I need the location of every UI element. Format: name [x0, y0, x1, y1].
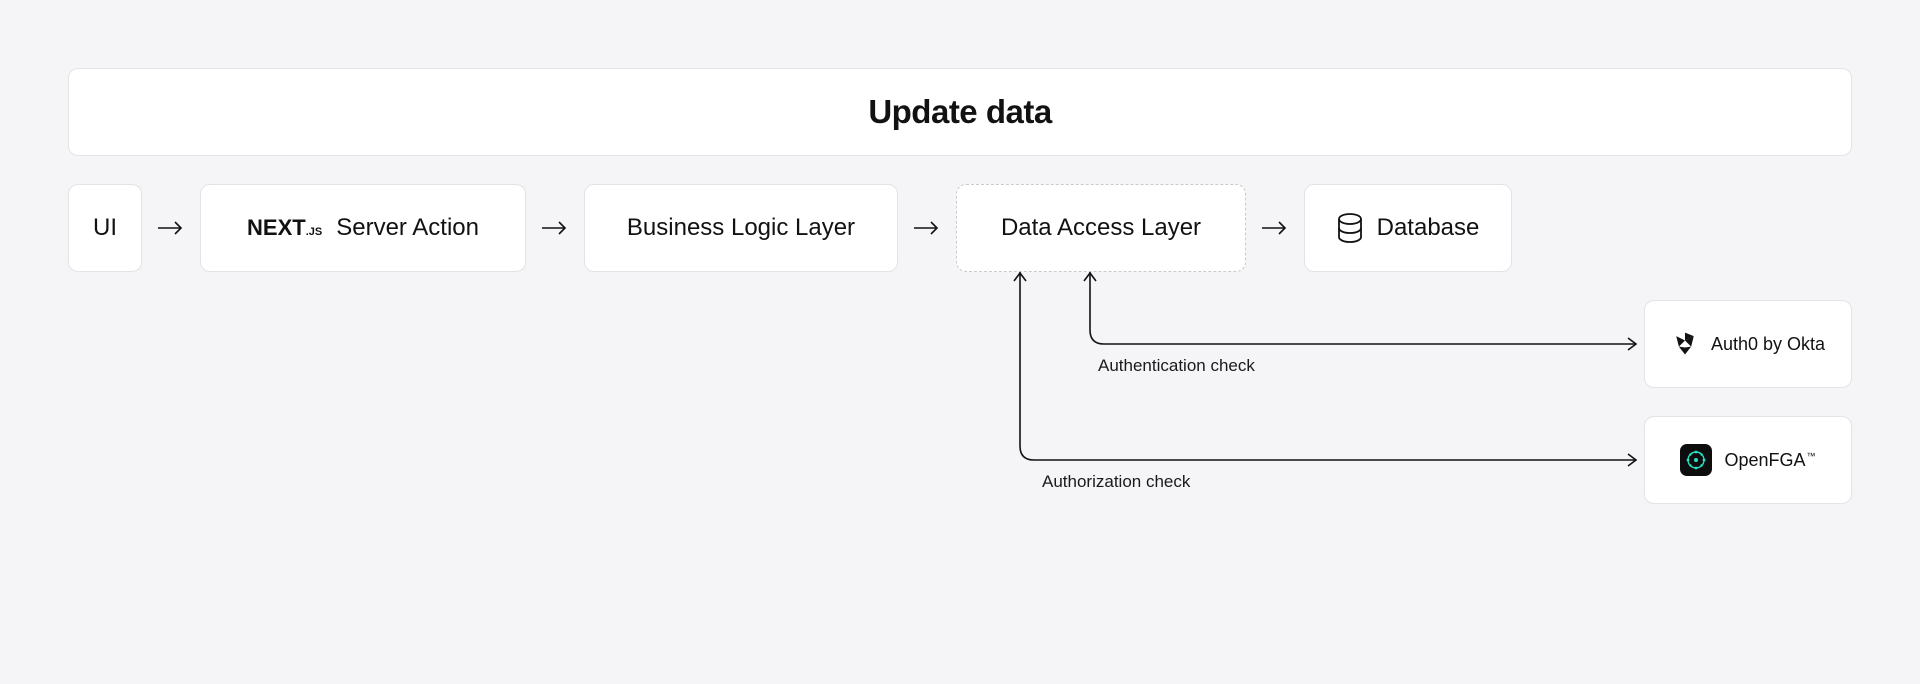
node-ui: UI: [68, 184, 142, 272]
diagram-header: Update data: [68, 68, 1852, 156]
openfga-logo-icon: [1680, 444, 1712, 476]
diagram-title: Update data: [868, 93, 1051, 131]
connector-label-authentication: Authentication check: [1098, 356, 1255, 376]
flow-row: UI NEXT.JS Server Action Business Logic …: [68, 184, 1852, 272]
arrow-ui-to-next: [142, 184, 200, 272]
node-nextjs-label: Server Action: [336, 214, 479, 242]
node-ui-label: UI: [93, 214, 117, 242]
node-db-label: Database: [1377, 214, 1480, 242]
nextjs-logo-icon: NEXT.JS: [247, 215, 322, 241]
arrow-right-icon: [541, 218, 569, 238]
node-business-logic-layer: Business Logic Layer: [584, 184, 898, 272]
node-data-access-layer: Data Access Layer: [956, 184, 1246, 272]
arrow-right-icon: [157, 218, 185, 238]
node-dal-label: Data Access Layer: [1001, 214, 1201, 242]
node-nextjs-server-action: NEXT.JS Server Action: [200, 184, 526, 272]
arrow-dal-to-db: [1246, 184, 1304, 272]
arrow-right-icon: [1261, 218, 1289, 238]
node-openfga-label: OpenFGA™: [1724, 450, 1815, 471]
nextjs-logo-text: NEXT: [247, 215, 306, 240]
database-icon: [1337, 213, 1363, 243]
node-database: Database: [1304, 184, 1512, 272]
arrow-next-to-bll: [526, 184, 584, 272]
auth0-shield-icon: [1671, 330, 1699, 358]
connector-label-authorization: Authorization check: [1042, 472, 1190, 492]
node-bll-label: Business Logic Layer: [627, 214, 855, 242]
arrow-bll-to-dal: [898, 184, 956, 272]
arrow-right-icon: [913, 218, 941, 238]
openfga-text: OpenFGA: [1724, 450, 1805, 470]
nextjs-logo-suffix: .JS: [306, 226, 323, 238]
node-openfga: OpenFGA™: [1644, 416, 1852, 504]
node-auth0: Auth0 by Okta: [1644, 300, 1852, 388]
openfga-tm: ™: [1807, 451, 1816, 461]
node-auth0-label: Auth0 by Okta: [1711, 334, 1825, 355]
